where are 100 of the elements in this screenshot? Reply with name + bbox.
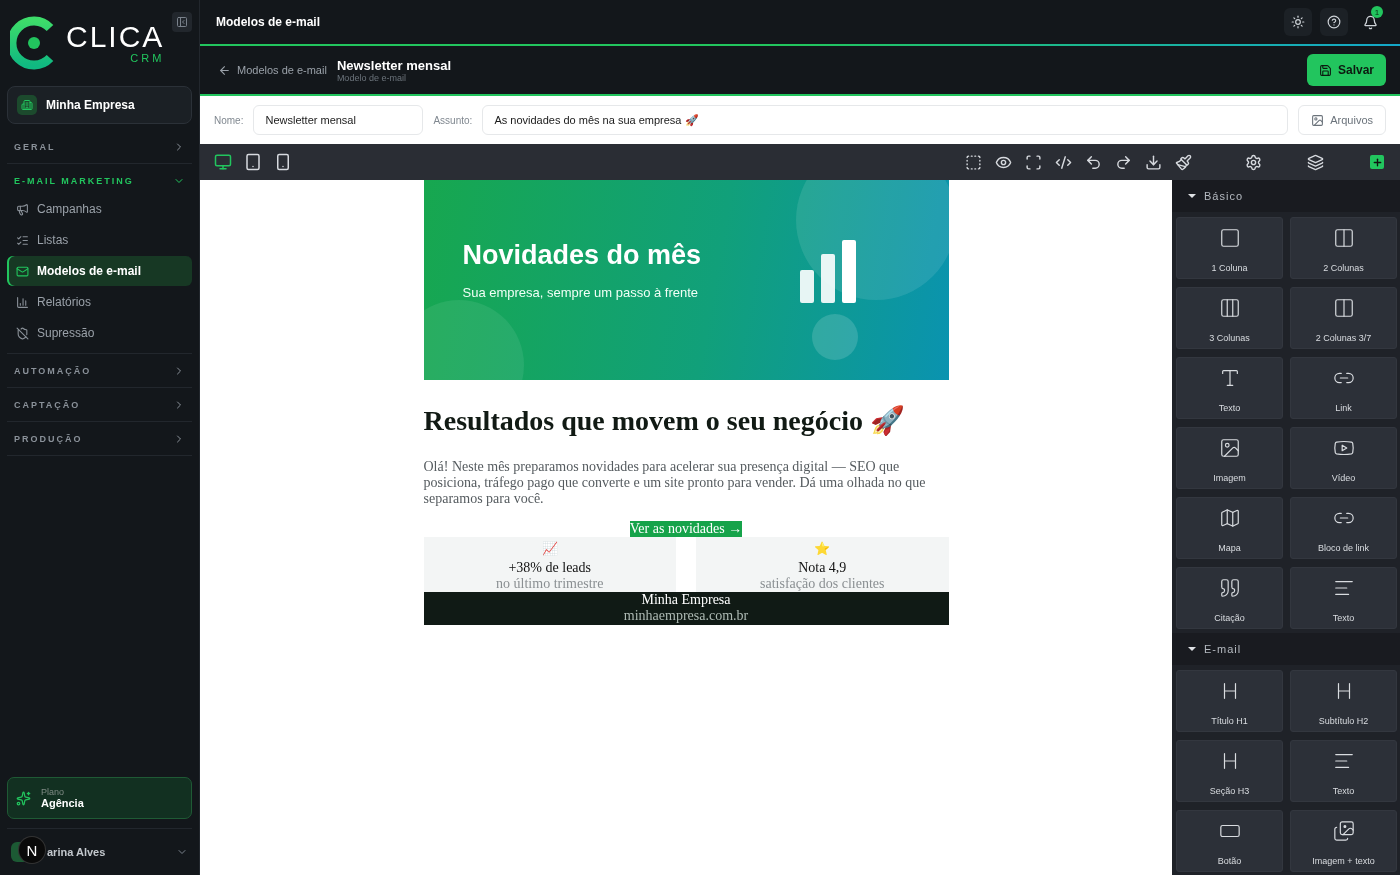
notification-count: 1: [1371, 6, 1383, 18]
redo-icon: [1114, 153, 1132, 171]
footer-url: minhaempresa.com.br: [623, 608, 749, 624]
block-tile[interactable]: Texto: [1290, 740, 1397, 802]
block-tile[interactable]: 3 Colunas: [1176, 287, 1283, 349]
nav-section-header[interactable]: E-MAIL MARKETING: [7, 168, 192, 193]
workspace-selector[interactable]: Minha Empresa: [7, 86, 192, 124]
bell-icon: [1362, 14, 1378, 30]
block-tile[interactable]: Imagem + texto: [1290, 810, 1397, 872]
undo-icon: [1084, 153, 1102, 171]
save-button[interactable]: Salvar: [1306, 54, 1386, 86]
block-tile[interactable]: Mapa: [1176, 497, 1283, 559]
image-text-icon: [1332, 820, 1355, 842]
dev-indicator[interactable]: N: [19, 837, 45, 863]
block-tile[interactable]: Título H1: [1176, 670, 1283, 732]
nav-section-header[interactable]: CAPTAÇÃO: [7, 392, 192, 417]
subject-field[interactable]: As novidades do mês na sua empresa 🚀: [482, 105, 1289, 135]
image-icon: [1311, 113, 1325, 127]
nav-section-header[interactable]: PRODUÇÃO: [7, 426, 192, 451]
hero-subtitle: Sua empresa, sempre um passo à frente: [462, 285, 700, 300]
nav-item[interactable]: Modelos de e-mail: [7, 256, 192, 286]
block-tile[interactable]: Subtítulo H2: [1290, 670, 1397, 732]
stat-caption: satisfação dos clientes: [760, 576, 885, 592]
theme-toggle-button[interactable]: [1284, 8, 1312, 36]
stat-emoji: ⭐: [814, 541, 831, 557]
help-icon: [1327, 15, 1341, 29]
sparkle-icon: [16, 790, 31, 806]
nav-section-header[interactable]: GERAL: [7, 134, 192, 159]
three-columns-icon: [1218, 297, 1241, 319]
block-tile[interactable]: 2 Colunas 3/7: [1290, 287, 1397, 349]
caret-icon: [1188, 647, 1196, 651]
save-icon: [1318, 63, 1332, 77]
decorative-circle: [811, 314, 858, 360]
help-button[interactable]: [1320, 8, 1348, 36]
dashed-square-icon: [964, 153, 982, 171]
arrow-left-icon: [218, 63, 231, 77]
building-icon: [17, 95, 37, 115]
nav-item[interactable]: Supressão: [7, 318, 192, 348]
collapse-sidebar-button[interactable]: [172, 12, 192, 32]
block-category-header[interactable]: E-mail: [1172, 633, 1400, 665]
block-tile[interactable]: Vídeo: [1290, 427, 1397, 489]
brush-icon: [1174, 153, 1192, 171]
settings-icon: [1244, 153, 1262, 171]
back-link[interactable]: Modelos de e-mail: [218, 63, 327, 77]
nav-section-header[interactable]: AUTOMAÇÃO: [7, 358, 192, 383]
nav-item[interactable]: Relatórios: [7, 287, 192, 317]
fullscreen-icon: [1024, 153, 1042, 171]
block-tile[interactable]: Texto: [1290, 567, 1397, 629]
page-title: Modelos de e-mail: [216, 15, 321, 29]
block-tile[interactable]: 2 Colunas: [1290, 217, 1397, 279]
plan-label: Plano: [41, 787, 66, 797]
block-tile[interactable]: Bloco de link: [1290, 497, 1397, 559]
name-label: Nome:: [214, 114, 244, 126]
block-tile[interactable]: Link: [1290, 357, 1397, 419]
subject-label: Assunto:: [433, 114, 473, 126]
layers-icon: [1306, 153, 1324, 171]
desktop-icon: [214, 153, 232, 171]
logo-icon: [10, 16, 56, 70]
shield-off-icon: [16, 326, 29, 340]
code-icon: [1054, 153, 1072, 171]
tablet-icon: [244, 153, 262, 171]
plan-card[interactable]: Plano Agência: [7, 777, 192, 819]
checklist-icon: [16, 233, 29, 247]
logo-name: CLICA: [66, 22, 165, 52]
stat-value: Nota 4,9: [798, 560, 847, 576]
nav-item[interactable]: Campanhas: [7, 194, 192, 224]
download-icon: [1144, 153, 1162, 171]
user-name[interactable]: arina Alves: [47, 846, 160, 858]
name-field[interactable]: Newsletter mensal: [253, 105, 424, 135]
notifications-button[interactable]: 1: [1356, 8, 1384, 36]
two-columns-icon: [1332, 227, 1355, 249]
stat-value: +38% de leads: [508, 560, 591, 576]
template-title: Newsletter mensal: [336, 57, 453, 73]
sun-icon: [1291, 15, 1305, 29]
block-tile[interactable]: Seção H3: [1176, 740, 1283, 802]
footer-company: Minha Empresa: [641, 592, 731, 608]
mobile-icon: [274, 153, 292, 171]
stat-emoji: 📈: [541, 541, 558, 557]
caret-icon: [1188, 194, 1196, 198]
block-tile[interactable]: Botão: [1176, 810, 1283, 872]
hero-title: Novidades do mês: [462, 240, 703, 271]
bar-chart-icon: [16, 295, 29, 309]
panel-icon: [176, 16, 188, 28]
block-tile[interactable]: Imagem: [1176, 427, 1283, 489]
megaphone-icon: [16, 202, 29, 216]
nav-item[interactable]: Listas: [7, 225, 192, 255]
plan-name: Agência: [41, 797, 84, 809]
block-tile[interactable]: Texto: [1176, 357, 1283, 419]
email-body-text: Olá! Neste mês preparamos novidades para acelerar sua presença digital — SEO que posiciona, tráfego pago que converte e um site pronto para vender. Dá uma olhada no que separamos para você.: [423, 459, 927, 507]
quote-icon: [1218, 577, 1241, 599]
plus-icon: [1370, 155, 1384, 169]
mail-icon: [16, 264, 29, 278]
stat-caption: no último trimestre: [496, 576, 604, 592]
files-button[interactable]: Arquivos: [1298, 105, 1386, 135]
bar-chart-icon: [799, 240, 857, 303]
block-tile[interactable]: Citação: [1176, 567, 1283, 629]
block-category-header[interactable]: Básico: [1172, 180, 1400, 212]
email-heading: Resultados que movem o seu negócio 🚀: [423, 404, 906, 437]
block-tile[interactable]: 1 Coluna: [1176, 217, 1283, 279]
logo-tag: CRM: [130, 52, 165, 64]
